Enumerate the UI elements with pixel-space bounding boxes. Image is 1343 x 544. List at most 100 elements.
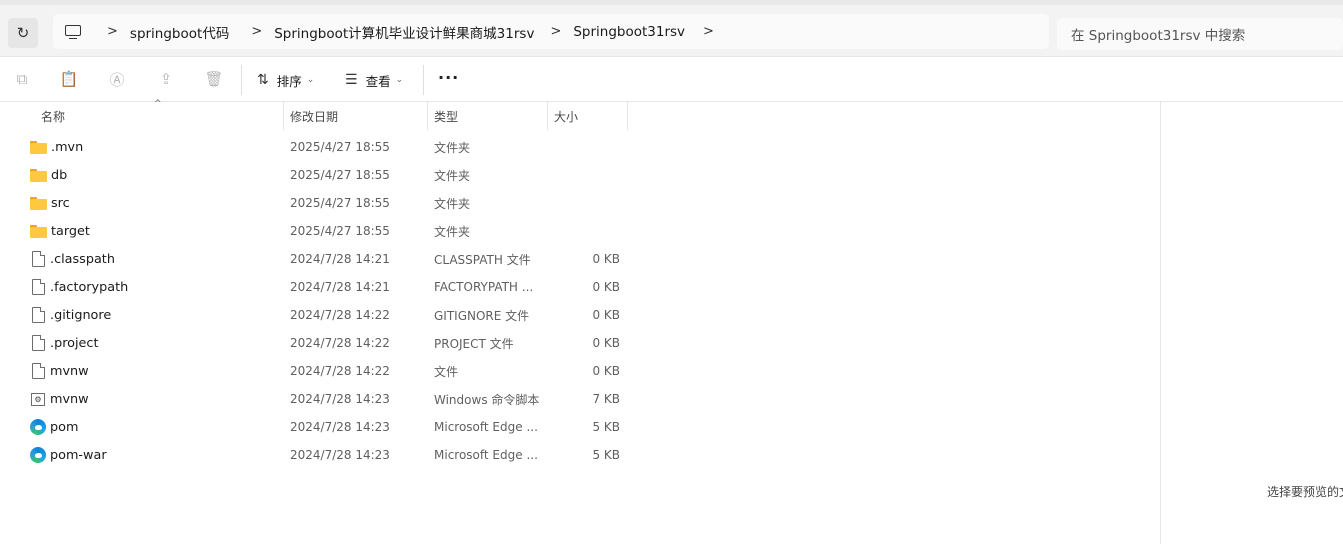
column-header-type[interactable]: 类型 bbox=[428, 102, 548, 130]
paste-icon[interactable]: 📋 bbox=[59, 69, 79, 89]
file-icon bbox=[32, 251, 45, 267]
address-bar[interactable]: > springboot代码 > Springboot计算机毕业设计鲜果商城31… bbox=[53, 14, 1049, 49]
file-name: pom bbox=[50, 419, 79, 435]
toolbar-divider bbox=[423, 65, 424, 95]
search-input[interactable]: 在 Springboot31rsv 中搜索 bbox=[1057, 18, 1343, 50]
file-type: 文件 bbox=[434, 364, 459, 379]
rename-icon[interactable]: Ⓐ bbox=[107, 69, 127, 89]
file-row[interactable]: pom-war 2024/7/28 14:23 Microsoft Edge .… bbox=[0, 441, 1160, 469]
breadcrumb-item[interactable]: Springboot计算机毕业设计鲜果商城31rsv bbox=[274, 22, 534, 42]
folder-icon bbox=[30, 224, 47, 238]
chevron-down-icon: ⌄ bbox=[395, 75, 404, 85]
file-icon bbox=[32, 363, 45, 379]
preview-message: 选择要预览的文 bbox=[1267, 485, 1343, 499]
file-date: 2024/7/28 14:23 bbox=[290, 448, 390, 462]
chevron-right-icon[interactable]: > bbox=[703, 24, 714, 39]
file-type: 文件夹 bbox=[434, 196, 471, 211]
file-date: 2024/7/28 14:23 bbox=[290, 392, 390, 406]
file-row[interactable]: target 2025/4/27 18:55 文件夹 bbox=[0, 217, 1160, 245]
file-name: mvnw bbox=[50, 391, 89, 407]
column-header-label: 修改日期 bbox=[290, 109, 339, 124]
chevron-down-icon: ⌄ bbox=[306, 75, 315, 85]
sort-label: 排序 bbox=[276, 73, 302, 89]
file-type: PROJECT 文件 bbox=[434, 336, 514, 351]
column-header-row: ^ 名称 修改日期 类型 大小 bbox=[0, 99, 1160, 130]
delete-icon[interactable]: 🗑 bbox=[204, 69, 224, 89]
file-icon bbox=[32, 307, 45, 323]
column-header-label: 名称 bbox=[41, 109, 66, 124]
file-name: target bbox=[51, 223, 90, 239]
file-type: Microsoft Edge ... bbox=[434, 448, 538, 462]
file-name: .classpath bbox=[50, 251, 115, 267]
file-name: .project bbox=[50, 335, 99, 351]
file-date: 2024/7/28 14:22 bbox=[290, 308, 390, 322]
file-row[interactable]: .gitignore 2024/7/28 14:22 GITIGNORE 文件 … bbox=[0, 301, 1160, 329]
share-icon[interactable]: ⇪ bbox=[156, 69, 176, 89]
view-label: 查看 bbox=[365, 73, 391, 89]
file-icon bbox=[32, 335, 45, 351]
file-name: .mvn bbox=[51, 139, 84, 155]
file-row[interactable]: db 2025/4/27 18:55 文件夹 bbox=[0, 161, 1160, 189]
edge-icon bbox=[30, 447, 46, 463]
file-name: mvnw bbox=[50, 363, 89, 379]
file-row[interactable]: ⚙ mvnw 2024/7/28 14:23 Windows 命令脚本 7 KB bbox=[0, 385, 1160, 413]
refresh-button[interactable]: ↻ bbox=[8, 18, 38, 48]
file-date: 2025/4/27 18:55 bbox=[290, 168, 390, 182]
file-row[interactable]: src 2025/4/27 18:55 文件夹 bbox=[0, 189, 1160, 217]
this-pc-icon[interactable] bbox=[65, 24, 83, 39]
file-size bbox=[560, 161, 620, 189]
folder-icon bbox=[30, 140, 47, 154]
file-date: 2024/7/28 14:22 bbox=[290, 364, 390, 378]
file-size: 0 KB bbox=[592, 364, 620, 378]
chevron-right-icon[interactable]: > bbox=[107, 24, 118, 39]
cmd-script-icon: ⚙ bbox=[31, 392, 45, 406]
file-type: 文件夹 bbox=[434, 168, 471, 183]
file-row[interactable]: .factorypath 2024/7/28 14:21 FACTORYPATH… bbox=[0, 273, 1160, 301]
file-size: 0 KB bbox=[592, 280, 620, 294]
chevron-right-icon[interactable]: > bbox=[550, 24, 561, 39]
file-name: .factorypath bbox=[50, 279, 129, 295]
file-type: GITIGNORE 文件 bbox=[434, 308, 530, 323]
more-options-button[interactable]: ··· bbox=[438, 68, 459, 87]
file-date: 2025/4/27 18:55 bbox=[290, 140, 390, 154]
file-icon bbox=[32, 279, 45, 295]
copy-icon[interactable]: ⧉ bbox=[12, 69, 32, 89]
column-header-size[interactable]: 大小 bbox=[548, 102, 628, 130]
file-row[interactable]: pom 2024/7/28 14:23 Microsoft Edge ... 5… bbox=[0, 413, 1160, 441]
chevron-right-icon[interactable]: > bbox=[251, 24, 262, 39]
file-row[interactable]: mvnw 2024/7/28 14:22 文件 0 KB bbox=[0, 357, 1160, 385]
file-date: 2024/7/28 14:22 bbox=[290, 336, 390, 350]
breadcrumb-item[interactable]: springboot代码 bbox=[130, 22, 229, 42]
file-type: FACTORYPATH ... bbox=[434, 280, 534, 294]
file-type: 文件夹 bbox=[434, 224, 471, 239]
file-type: Windows 命令脚本 bbox=[434, 392, 540, 407]
view-button[interactable]: ☰ 查看 ⌄ bbox=[345, 68, 403, 92]
file-row[interactable]: .mvn 2025/4/27 18:55 文件夹 bbox=[0, 133, 1160, 161]
file-size: 7 KB bbox=[592, 392, 620, 406]
refresh-icon: ↻ bbox=[16, 24, 30, 42]
file-size bbox=[560, 133, 620, 161]
file-size: 0 KB bbox=[592, 252, 620, 266]
breadcrumb-item[interactable]: Springboot31rsv bbox=[573, 24, 685, 40]
file-type: 文件夹 bbox=[434, 140, 471, 155]
toolbar-divider bbox=[241, 65, 242, 95]
edge-icon bbox=[30, 419, 46, 435]
file-date: 2024/7/28 14:21 bbox=[290, 252, 390, 266]
preview-pane: 选择要预览的文 bbox=[1160, 102, 1343, 544]
column-header-name[interactable]: 名称 bbox=[35, 102, 284, 130]
folder-icon bbox=[30, 196, 47, 210]
file-date: 2025/4/27 18:55 bbox=[290, 196, 390, 210]
file-size bbox=[560, 189, 620, 217]
column-header-date[interactable]: 修改日期 bbox=[284, 102, 428, 130]
file-type: CLASSPATH 文件 bbox=[434, 252, 531, 267]
search-placeholder: 在 Springboot31rsv 中搜索 bbox=[1071, 28, 1246, 44]
file-name: db bbox=[51, 167, 68, 183]
file-row[interactable]: .classpath 2024/7/28 14:21 CLASSPATH 文件 … bbox=[0, 245, 1160, 273]
column-header-label: 类型 bbox=[434, 109, 459, 124]
address-bar-region: ↻ > springboot代码 > Springboot计算机毕业设计鲜果商城… bbox=[0, 0, 1343, 56]
folder-icon bbox=[30, 168, 47, 182]
file-row[interactable]: .project 2024/7/28 14:22 PROJECT 文件 0 KB bbox=[0, 329, 1160, 357]
sort-button[interactable]: ⇅ 排序 ⌄ bbox=[257, 68, 314, 92]
file-name: pom-war bbox=[50, 447, 107, 463]
file-type: Microsoft Edge ... bbox=[434, 420, 538, 434]
